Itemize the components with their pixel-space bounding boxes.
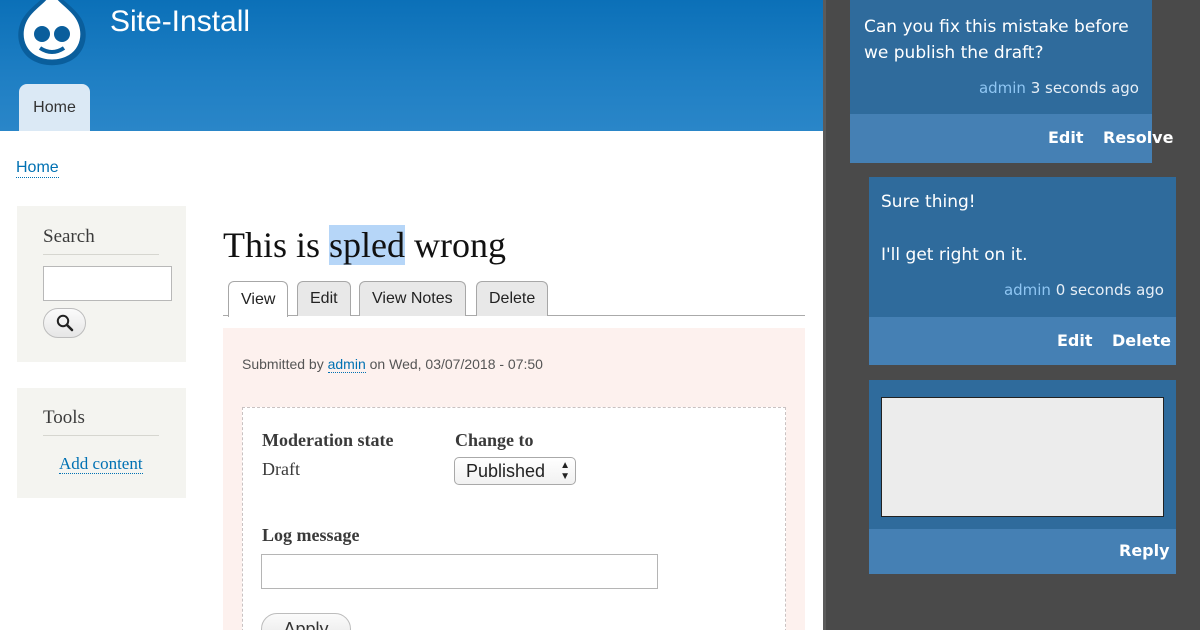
change-to-select[interactable]: Published ▲ ▼ — [454, 457, 576, 485]
comment-time: 3 seconds ago — [1025, 79, 1139, 97]
tab-view[interactable]: View — [228, 281, 289, 317]
submitted-date: on Wed, 03/07/2018 - 07:50 — [365, 356, 543, 372]
reply-form: Reply — [869, 380, 1176, 574]
apply-button[interactable]: Apply — [261, 613, 351, 630]
page-title: This is spled wrong — [223, 224, 506, 266]
reply-card: Sure thing! I'll get right on it. admin … — [869, 177, 1176, 365]
comment-author-link[interactable]: admin — [979, 79, 1026, 97]
reply-text-line2: I'll get right on it. — [881, 245, 1028, 265]
submitted-prefix: Submitted by — [242, 356, 328, 372]
search-block-title: Search — [43, 226, 159, 255]
tools-block: Tools Add content — [17, 388, 186, 498]
site-header: Site-Install Home — [0, 0, 823, 131]
comment-resolve-button[interactable]: Resolve — [1103, 128, 1173, 147]
reply-time: 0 seconds ago — [1050, 281, 1164, 299]
reply-delete-button[interactable]: Delete — [1112, 331, 1171, 350]
moderation-state-label: Moderation state — [262, 430, 394, 450]
comment-text: Can you fix this mistake before we publi… — [864, 17, 1129, 63]
moderation-form: Moderation state Draft Change to Publish… — [242, 407, 786, 630]
tab-view-notes[interactable]: View Notes — [359, 281, 466, 316]
tab-delete[interactable]: Delete — [476, 281, 549, 316]
moderation-state-value: Draft — [262, 459, 300, 479]
reply-actions: Edit Delete — [869, 317, 1176, 365]
tab-edit[interactable]: Edit — [297, 281, 351, 316]
comment-actions: Edit Resolve — [850, 114, 1173, 163]
title-text-end: wrong — [405, 225, 507, 265]
search-input[interactable] — [43, 266, 172, 301]
title-text-start: This is — [223, 225, 330, 265]
change-to-label: Change to — [455, 430, 534, 450]
search-button[interactable] — [43, 308, 86, 338]
reply-button[interactable]: Reply — [1119, 541, 1170, 560]
change-to-value: Published — [466, 461, 546, 481]
search-icon — [56, 314, 73, 332]
title-highlight: spled — [329, 225, 406, 265]
reply-form-footer: Reply — [869, 529, 1176, 574]
comment-edit-button[interactable]: Edit — [1048, 128, 1084, 147]
reply-text-line1: Sure thing! — [881, 192, 976, 212]
drupal-logo-icon[interactable] — [14, 0, 90, 66]
reply-textarea[interactable] — [881, 397, 1164, 517]
search-block: Search — [17, 206, 186, 362]
comment-meta: admin 3 seconds ago — [979, 79, 1139, 97]
breadcrumb-home[interactable]: Home — [16, 158, 59, 178]
add-content-link[interactable]: Add content — [59, 455, 143, 474]
log-message-label: Log message — [262, 525, 360, 545]
log-message-input[interactable] — [261, 554, 658, 589]
site-name[interactable]: Site-Install — [110, 5, 250, 39]
comments-panel: Can you fix this mistake before we publi… — [823, 0, 1200, 630]
author-link[interactable]: admin — [327, 356, 366, 373]
tab-home[interactable]: Home — [19, 84, 90, 131]
tools-block-title: Tools — [43, 407, 159, 436]
reply-meta: admin 0 seconds ago — [1004, 281, 1164, 299]
reply-author-link[interactable]: admin — [1004, 281, 1051, 299]
submitted-info: Submitted by admin on Wed, 03/07/2018 - … — [242, 356, 543, 373]
comment-card: Can you fix this mistake before we publi… — [850, 0, 1173, 163]
node-content: Submitted by admin on Wed, 03/07/2018 - … — [223, 328, 805, 630]
reply-edit-button[interactable]: Edit — [1057, 331, 1093, 350]
select-arrows-icon: ▲ ▼ — [560, 460, 570, 482]
